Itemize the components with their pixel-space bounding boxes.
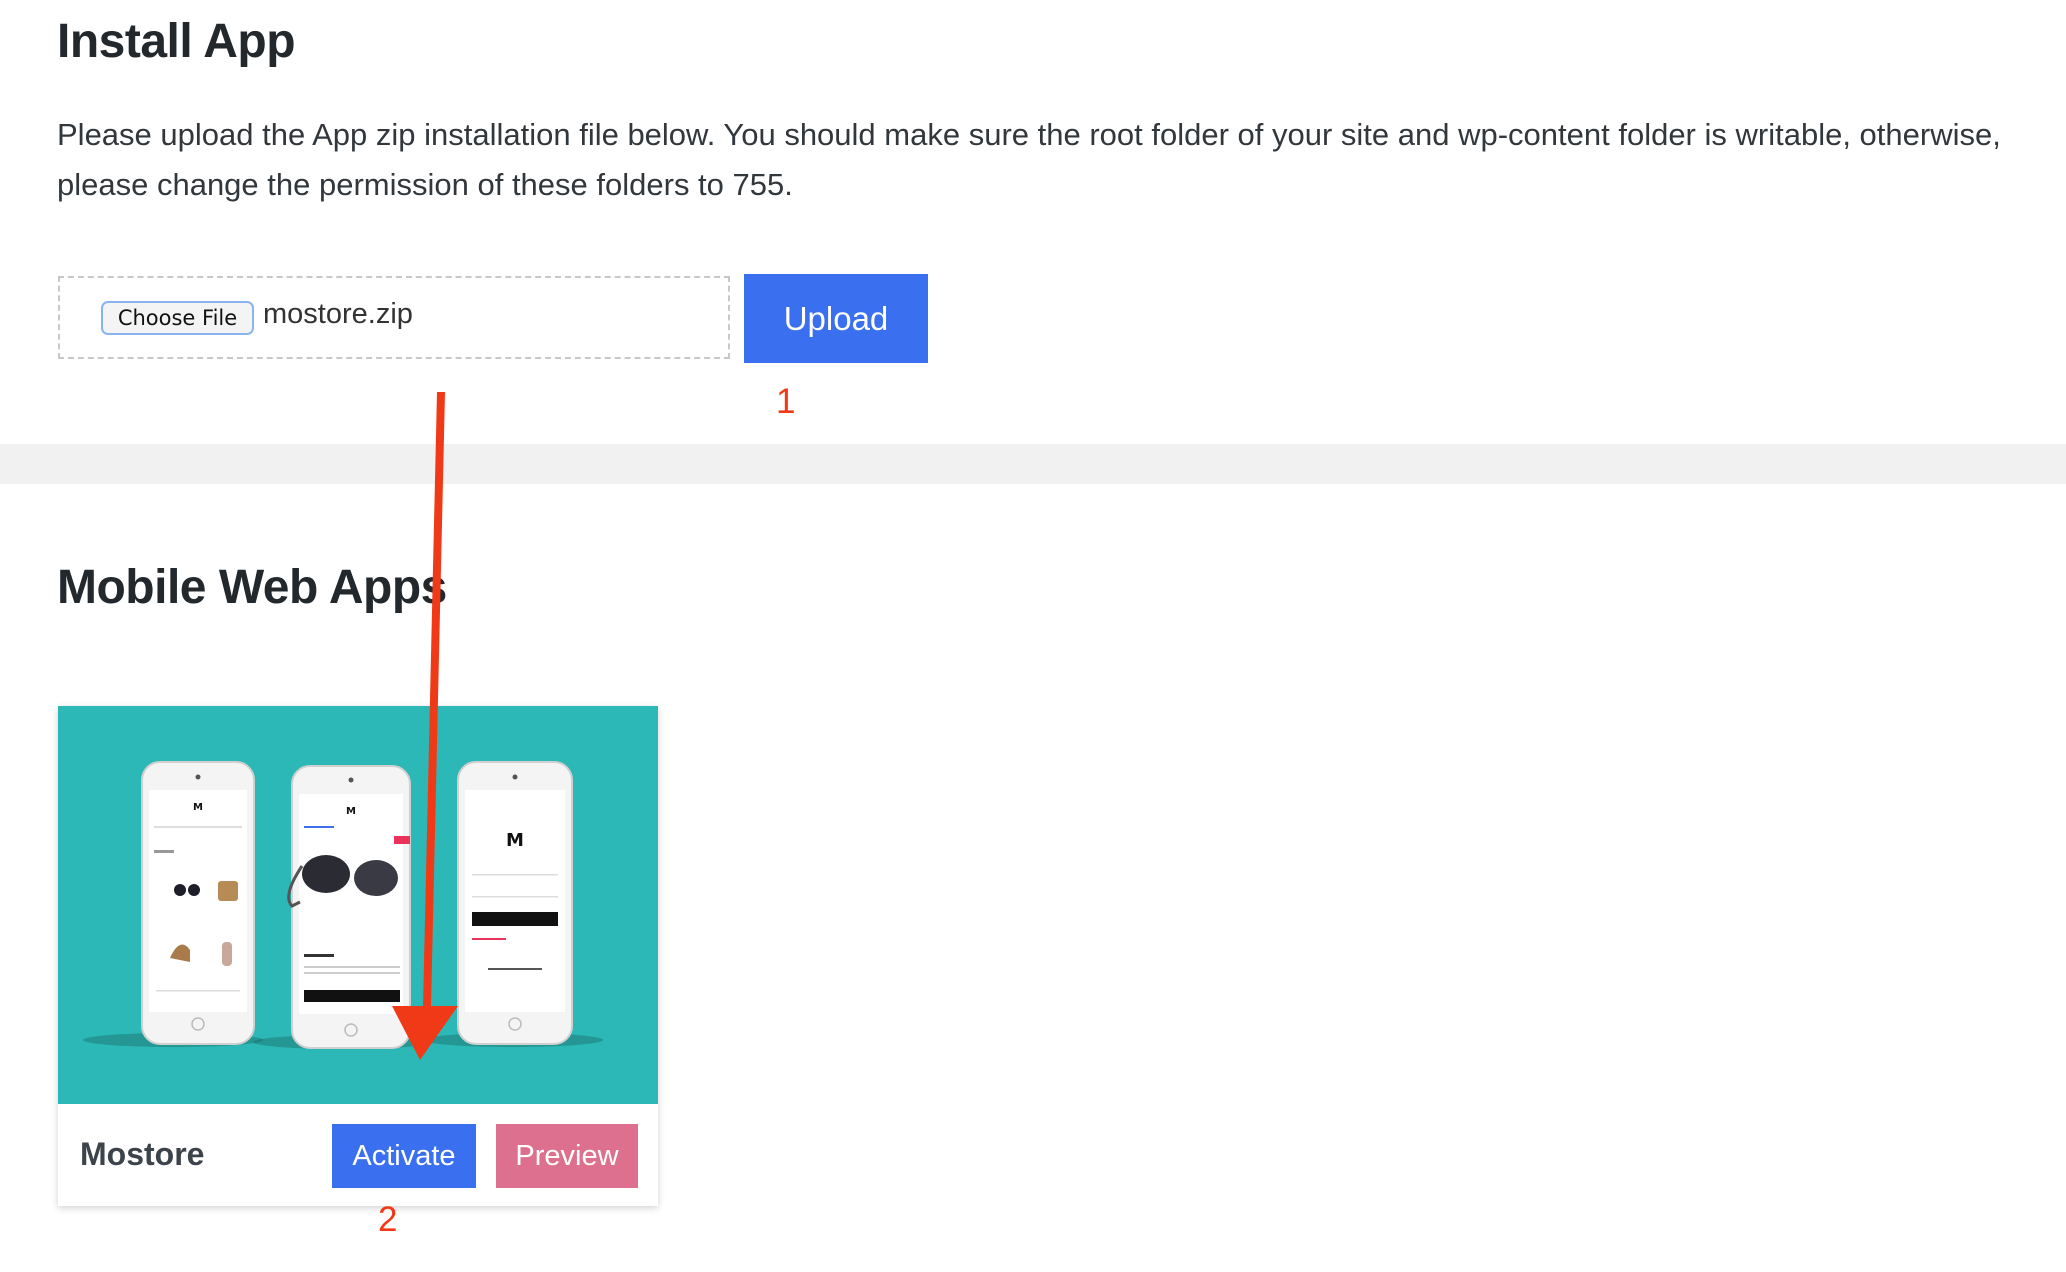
phone-mockup-login-screen: M [457,761,573,1045]
selected-file-name: mostore.zip [263,298,413,330]
section-divider [0,444,2066,484]
app-name: Mostore [80,1136,205,1172]
svg-text:M: M [346,806,356,817]
install-app-title: Install App [57,15,296,68]
file-upload-field[interactable]: Choose File mostore.zip [58,276,730,359]
phone-mockup-product-screen: M [287,765,411,1049]
svg-text:M: M [506,830,524,851]
activate-button[interactable]: Activate [332,1124,476,1188]
choose-file-button[interactable]: Choose File [101,301,254,335]
phone-mockup-shop-screen: M [141,761,255,1045]
app-card-mostore: M M M Mostore Activate Preview [58,706,658,1206]
app-thumbnail: M M M [58,706,658,1104]
step-2-annotation: 2 [378,1200,398,1239]
svg-text:M: M [193,802,203,813]
upload-button[interactable]: Upload [744,274,928,363]
preview-button[interactable]: Preview [496,1124,638,1188]
install-instructions: Please upload the App zip installation f… [57,117,2001,202]
step-1-annotation: 1 [776,382,796,421]
install-app-section: Install App Please upload the App zip in… [0,0,2066,444]
mobile-web-apps-title: Mobile Web Apps [57,561,447,614]
